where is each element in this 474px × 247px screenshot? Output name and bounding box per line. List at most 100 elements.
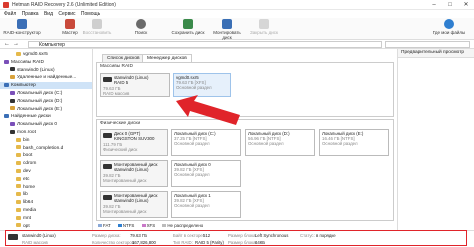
sidebar-item[interactable]: Удаленные и найденные... bbox=[0, 74, 92, 81]
mount-disk-button[interactable]: Монтировать диск bbox=[208, 19, 246, 40]
path-text: Компьютер bbox=[39, 42, 65, 48]
sidebar-item-label: Локальный диск (E:) bbox=[17, 106, 63, 112]
sidebar-item[interactable]: Локальный диск (E:) bbox=[0, 106, 92, 113]
folder-icon bbox=[16, 207, 21, 212]
drive-icon bbox=[4, 82, 9, 87]
tab-strip: Список дисков Менеджер дисков bbox=[94, 54, 396, 62]
pointer-arrow-icon bbox=[176, 95, 240, 125]
maximize-button[interactable]: □ bbox=[442, 0, 458, 10]
sidebar-item-label: media bbox=[23, 208, 37, 213]
sidebar-item[interactable]: Локальный диск (D:) bbox=[0, 98, 92, 105]
menu-tools[interactable]: Сервис bbox=[58, 10, 75, 18]
save-disk-button[interactable]: Сохранить диск bbox=[171, 19, 205, 35]
menu-bar: Файл Правка Вид Сервис Помощь bbox=[0, 10, 474, 18]
partition-state: Основной раздел bbox=[322, 141, 358, 146]
sidebar-item[interactable]: cdrom bbox=[0, 160, 92, 167]
restore-icon bbox=[92, 19, 102, 29]
physical-disk-card[interactable]: Монтированный диск stanwind0 (Linux) 39.82… bbox=[100, 191, 168, 218]
raid-builder-button[interactable]: RAID-конструктор bbox=[3, 19, 41, 35]
status-highlight-box bbox=[5, 230, 467, 246]
address-bar: ← → Компьютер bbox=[0, 40, 474, 49]
sidebar-item[interactable]: vgmd0.sxr5 bbox=[0, 51, 92, 58]
partition-card[interactable]: Локальный диск (C:) 37.25 ГБ [NTFS] Основн… bbox=[171, 129, 241, 156]
sidebar-item[interactable]: stanwind0 (Linux) bbox=[0, 67, 92, 74]
partition-card[interactable]: Локальный диск 0 39.82 ГБ [XFS] Основной р… bbox=[171, 160, 241, 187]
sidebar-item-label: bin bbox=[23, 137, 30, 143]
partition-state: Основной раздел bbox=[174, 141, 210, 146]
sidebar-item-label: dev bbox=[23, 169, 31, 174]
sidebar-item-label: vgmd0.sxr5 bbox=[23, 52, 48, 57]
sidebar-item-label: Найденные диски bbox=[11, 114, 51, 120]
close-disk-button[interactable]: Закрыть диск bbox=[248, 19, 280, 35]
drive-icon bbox=[10, 98, 15, 103]
sidebar-item[interactable]: lib64 bbox=[0, 199, 92, 206]
disk-model: stanwind0 (Linux) bbox=[114, 198, 149, 203]
sidebar-tree: vgmd0.sxr5 Массивы RAID stanwind0 (Linux) У… bbox=[0, 49, 93, 230]
sidebar-item[interactable]: mnt bbox=[0, 215, 92, 222]
back-icon[interactable]: ← bbox=[4, 41, 10, 47]
path-input[interactable]: Компьютер bbox=[28, 41, 382, 48]
minimize-button[interactable]: – bbox=[426, 0, 442, 10]
sidebar-item-label: Массивы RAID bbox=[11, 59, 44, 65]
toolbar: RAID-конструктор Мастер Восстановить Пои… bbox=[0, 18, 474, 40]
sidebar-item[interactable]: etc bbox=[0, 176, 92, 183]
where-my-files-button[interactable]: Где мои файлы bbox=[432, 19, 466, 35]
disk-type: Монтированный диск bbox=[103, 209, 147, 214]
sidebar-item[interactable]: bash_completion.d bbox=[0, 145, 92, 152]
folder-icon bbox=[16, 153, 21, 158]
raid-type: RAID массив bbox=[103, 91, 130, 96]
wizard-button[interactable]: Мастер bbox=[58, 19, 82, 35]
legend-ntfs: NTFS bbox=[122, 223, 135, 228]
drive-icon bbox=[10, 75, 15, 80]
sidebar-item[interactable]: mon.root bbox=[0, 129, 92, 136]
partition-card[interactable]: Локальный диск 1 39.82 ГБ [XFS] Основной р… bbox=[171, 191, 241, 218]
forward-icon[interactable]: → bbox=[13, 41, 19, 47]
preview-pane: Предварительный просмотр bbox=[397, 49, 474, 230]
sidebar-item[interactable]: Локальный диск (C:) bbox=[0, 90, 92, 97]
sidebar-item-label: stanwind0 (Linux) bbox=[17, 67, 55, 73]
partition-card[interactable]: Локальный диск (E:) 16.46 ГБ [NTFS] Основн… bbox=[319, 129, 389, 156]
sidebar-item-label: mnt bbox=[23, 215, 31, 221]
sidebar-item[interactable]: Компьютер bbox=[0, 82, 92, 90]
search-input[interactable] bbox=[385, 41, 470, 48]
tab-disk-list[interactable]: Список дисков bbox=[102, 54, 145, 62]
physical-disk-card[interactable]: Диск 0 (GPT) KINGSTON SUV300 111.79 ГБ Физи… bbox=[100, 129, 168, 156]
partition-card[interactable]: Локальный диск (D:) 56.96 ГБ [NTFS] Основн… bbox=[245, 129, 315, 156]
menu-help[interactable]: Помощь bbox=[81, 10, 100, 18]
hard-drive-icon bbox=[103, 195, 112, 200]
sidebar-item-label: bash_completion.d bbox=[23, 145, 64, 151]
partition-state: Основной раздел bbox=[174, 172, 210, 177]
sidebar-item[interactable]: opt bbox=[0, 223, 92, 230]
sidebar-item[interactable]: home bbox=[0, 184, 92, 191]
sidebar-item[interactable]: bin bbox=[0, 137, 92, 144]
folder-icon bbox=[16, 51, 21, 56]
folder-icon bbox=[16, 168, 21, 173]
sidebar-item[interactable]: Массивы RAID bbox=[0, 59, 92, 66]
raid-array-card[interactable]: stanwind0 (Linux) RAID 5 79.63 ГБ RAID м… bbox=[100, 73, 170, 97]
drive-icon bbox=[4, 114, 9, 119]
sidebar-item[interactable]: Найденные диски bbox=[0, 113, 92, 120]
sidebar-item[interactable]: Локальный диск 0 bbox=[0, 121, 92, 128]
search-button[interactable]: Поиск bbox=[130, 19, 152, 35]
legend-unallocated: Не распределено bbox=[167, 223, 204, 228]
sidebar-item[interactable]: dev bbox=[0, 168, 92, 175]
folder-icon bbox=[16, 160, 21, 165]
partition-state: Основной раздел bbox=[248, 141, 284, 146]
disk-type: Физический диск bbox=[103, 147, 138, 152]
physical-section-title: Физические диски bbox=[100, 121, 141, 126]
hard-drive-icon bbox=[103, 133, 112, 138]
menu-edit[interactable]: Правка bbox=[22, 10, 39, 18]
sidebar-item[interactable]: lib bbox=[0, 191, 92, 198]
sidebar-item[interactable]: boot bbox=[0, 152, 92, 159]
sidebar-item[interactable]: media bbox=[0, 207, 92, 214]
raid-disk-icon bbox=[103, 77, 112, 82]
sidebar-item-label: mon.root bbox=[17, 130, 36, 135]
physical-disk-card[interactable]: Монтированный диск stanwind0 (Linux) 39.82… bbox=[100, 160, 168, 187]
drive-icon bbox=[10, 90, 15, 95]
tab-disk-manager[interactable]: Менеджер дисков bbox=[142, 54, 192, 62]
close-button[interactable]: ✕ bbox=[458, 0, 474, 10]
restore-button[interactable]: Восстановить bbox=[82, 19, 112, 35]
menu-file[interactable]: Файл bbox=[4, 10, 16, 18]
raid-volume-card[interactable]: vgmd0.sxr5 79.63 ГБ [XFS] Основной разде… bbox=[173, 73, 231, 97]
menu-view[interactable]: Вид bbox=[44, 10, 53, 18]
